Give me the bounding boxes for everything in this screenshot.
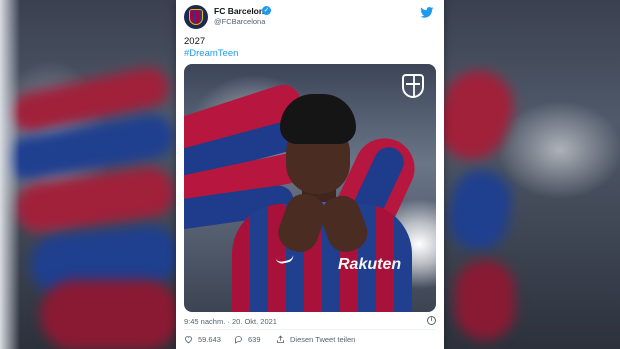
- fcb-crest-icon: [189, 9, 203, 25]
- tweet-text-line: 2027: [184, 36, 206, 47]
- divider: [184, 329, 436, 330]
- background-edge-light: [0, 0, 20, 349]
- background-flag-stripe: [443, 165, 517, 255]
- reply-count: 639: [248, 335, 261, 344]
- share-button[interactable]: Diesen Tweet teilen: [276, 335, 355, 344]
- share-label: Diesen Tweet teilen: [290, 335, 356, 344]
- tweet-card[interactable]: FC Barcelona ✓ @FCBarcelona 2027 #DreamT…: [176, 0, 444, 349]
- background-flag-stripe: [455, 260, 515, 340]
- player-figure: Rakuten: [214, 94, 424, 312]
- account-name[interactable]: FC Barcelona: [214, 6, 269, 16]
- like-count: 59.643: [198, 335, 221, 344]
- twitter-bird-icon[interactable]: [420, 7, 434, 18]
- reply-icon: [235, 336, 242, 344]
- tweet-text: 2027 #DreamTeen: [184, 36, 238, 60]
- background-flag-stripe: [40, 280, 180, 349]
- share-icon: [277, 335, 284, 343]
- hashtag-link[interactable]: #DreamTeen: [184, 48, 238, 60]
- shirt-sponsor: Rakuten: [338, 256, 402, 273]
- like-button[interactable]: 59.643: [184, 335, 221, 344]
- tweet-actions: 59.643 639 Diesen Tweet teilen: [184, 335, 436, 347]
- heart-icon: [185, 336, 192, 344]
- player-hair: [280, 94, 356, 144]
- reply-button[interactable]: 639: [234, 335, 261, 344]
- account-handle[interactable]: @FCBarcelona: [214, 17, 265, 26]
- verified-badge-icon: ✓: [262, 6, 271, 15]
- tweet-header: FC Barcelona ✓ @FCBarcelona: [184, 5, 436, 31]
- tweet-timestamp[interactable]: 9:45 nachm. · 20. Okt. 2021: [184, 317, 277, 326]
- info-icon[interactable]: i: [427, 316, 436, 325]
- tweet-media-image[interactable]: Rakuten: [184, 64, 436, 312]
- avatar[interactable]: [184, 5, 208, 29]
